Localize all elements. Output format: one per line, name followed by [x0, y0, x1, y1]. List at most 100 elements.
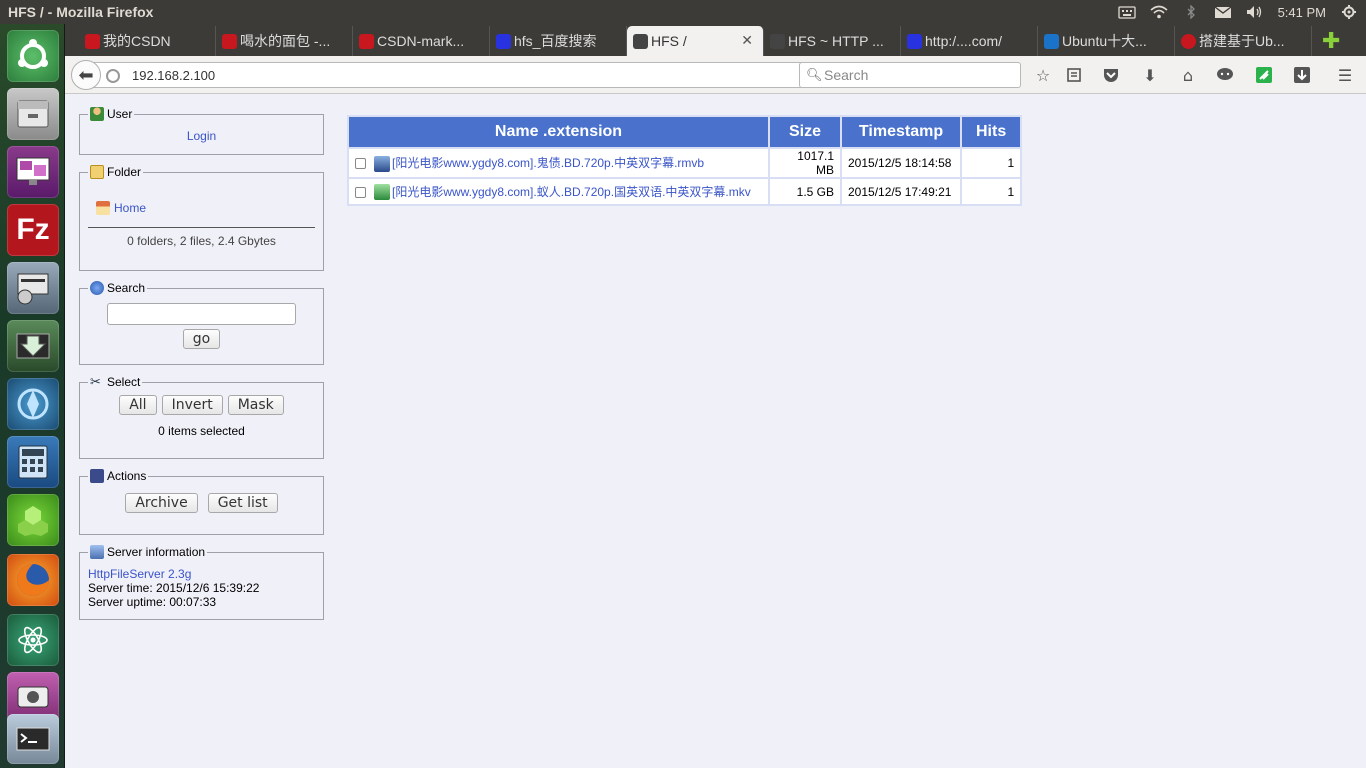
- server-icon: [90, 545, 104, 559]
- home-icon[interactable]: ⌂: [1178, 65, 1198, 85]
- baidu-favicon-icon: [496, 34, 511, 49]
- table-row: [阳光电影www.ygdy8.com].蚁人.BD.720p.国英双语.中英双字…: [349, 179, 1021, 204]
- calculator-icon[interactable]: [7, 436, 59, 488]
- bluetooth-icon[interactable]: [1182, 4, 1200, 20]
- downloads-arrow-icon[interactable]: ⬇: [1140, 65, 1160, 85]
- ubuntu-dash-icon[interactable]: [7, 30, 59, 82]
- hfs-favicon-icon: [633, 34, 648, 49]
- tab[interactable]: http:/....com/: [901, 26, 1038, 56]
- download-box-icon[interactable]: [1292, 65, 1312, 85]
- save-disk-icon: [90, 469, 104, 483]
- mail-icon[interactable]: [1214, 5, 1232, 19]
- selected-count: 0 items selected: [158, 424, 245, 438]
- mask-button[interactable]: Mask: [227, 395, 284, 415]
- invert-button[interactable]: Invert: [161, 395, 223, 415]
- search-bar[interactable]: 🔍︎ Search: [799, 62, 1021, 88]
- tab[interactable]: 喝水的面包 -...: [216, 26, 353, 56]
- files-icon[interactable]: [7, 88, 59, 140]
- search-legend: Search: [88, 281, 147, 295]
- tab[interactable]: 搭建基于Ub...: [1175, 26, 1312, 56]
- tab-label: 搭建基于Ub...: [1199, 33, 1285, 49]
- tab-label: HFS ~ HTTP ...: [788, 33, 884, 49]
- server-info-panel: Server information HttpFileServer 2.3g S…: [79, 545, 324, 620]
- url-bar[interactable]: 192.168.2.100 ▼ ↻: [93, 62, 857, 88]
- keyboard-icon[interactable]: [1117, 5, 1136, 19]
- search-input[interactable]: [107, 303, 296, 325]
- system-top-bar: HFS / - Mozilla Firefox 5:41 PM: [0, 0, 1366, 24]
- scissors-icon: ✂: [90, 374, 101, 389]
- vpn-lock-icon[interactable]: [7, 262, 59, 314]
- folder-icon: [90, 165, 104, 179]
- hfs-version-link[interactable]: HttpFileServer 2.3g: [88, 567, 315, 581]
- hexagon-app-icon[interactable]: [7, 494, 59, 546]
- unity-launcher: Fz: [0, 24, 65, 768]
- table-row: [阳光电影www.ygdy8.com].鬼债.BD.720p.中英双字幕.rmv…: [349, 149, 1021, 177]
- feedly-icon[interactable]: [1254, 65, 1274, 85]
- back-button[interactable]: ⬅: [71, 60, 101, 90]
- close-icon[interactable]: ✕: [741, 32, 753, 49]
- file-hits-cell: 1: [962, 149, 1021, 177]
- bookmark-star-icon[interactable]: ☆: [1033, 65, 1053, 85]
- remote-desktop-icon[interactable]: [7, 146, 59, 198]
- tab[interactable]: Ubuntu十大...: [1038, 26, 1175, 56]
- file-link[interactable]: [阳光电影www.ygdy8.com].鬼债.BD.720p.中英双字幕.rmv…: [392, 156, 704, 170]
- download-terminal-icon[interactable]: [7, 320, 59, 372]
- name-column-header[interactable]: Name .extension: [349, 117, 768, 147]
- panel-title: Server information: [107, 545, 206, 559]
- filezilla-icon[interactable]: Fz: [7, 204, 59, 256]
- server-uptime: Server uptime: 00:07:33: [88, 595, 217, 609]
- terminal-icon[interactable]: [7, 714, 59, 764]
- archive-button[interactable]: Archive: [125, 493, 198, 513]
- home-link[interactable]: Home: [114, 201, 146, 215]
- tab[interactable]: hfs_百度搜索: [490, 26, 627, 56]
- pocket-icon[interactable]: [1101, 65, 1121, 85]
- tab-label: HFS /: [651, 33, 687, 49]
- tab-label: CSDN-mark...: [377, 33, 465, 49]
- actions-panel: Actions Archive Get list: [79, 469, 324, 535]
- size-column-header[interactable]: Size: [770, 117, 840, 147]
- file-checkbox[interactable]: [355, 186, 366, 198]
- tab[interactable]: HFS ~ HTTP ...: [764, 26, 901, 56]
- go-button[interactable]: go: [182, 329, 221, 349]
- new-tab-button[interactable]: ✚: [1312, 26, 1340, 56]
- volume-icon[interactable]: [1246, 5, 1264, 19]
- file-name-cell: [阳光电影www.ygdy8.com].蚁人.BD.720p.国英双语.中英双字…: [349, 179, 768, 204]
- atom-icon[interactable]: [7, 614, 59, 666]
- panel-title: User: [107, 107, 133, 121]
- gear-icon[interactable]: [1340, 5, 1358, 19]
- chat-icon[interactable]: [1215, 65, 1235, 85]
- search-icon: 🔍︎: [806, 67, 823, 82]
- file-timestamp-cell: 2015/12/5 17:49:21: [842, 179, 960, 204]
- rmvb-file-icon: [374, 155, 390, 172]
- csdn-favicon-icon: [222, 34, 237, 49]
- menu-hamburger-icon[interactable]: ☰: [1335, 65, 1355, 85]
- site-identity-icon[interactable]: [106, 69, 120, 83]
- file-link[interactable]: [阳光电影www.ygdy8.com].蚁人.BD.720p.国英双语.中英双字…: [392, 185, 751, 199]
- tab[interactable]: CSDN-mark...: [353, 26, 490, 56]
- folder-summary: 0 folders, 2 files, 2.4 Gbytes: [127, 234, 276, 248]
- shutter-icon[interactable]: [7, 378, 59, 430]
- file-checkbox[interactable]: [355, 158, 366, 170]
- file-size-cell: 1017.1 MB: [770, 149, 840, 177]
- file-size-cell: 1.5 GB: [770, 179, 840, 204]
- hits-column-header[interactable]: Hits: [962, 117, 1021, 147]
- get-list-button[interactable]: Get list: [207, 493, 278, 513]
- firefox-icon[interactable]: [7, 554, 59, 606]
- login-link[interactable]: Login: [187, 129, 216, 143]
- clock[interactable]: 5:41 PM: [1278, 5, 1326, 20]
- wifi-icon[interactable]: [1150, 5, 1168, 19]
- tab-bar: 我的CSDN 喝水的面包 -... CSDN-mark... hfs_百度搜索 …: [65, 24, 1366, 56]
- tab-label: 我的CSDN: [103, 33, 171, 49]
- timestamp-column-header[interactable]: Timestamp: [842, 117, 960, 147]
- user-icon: [90, 107, 104, 121]
- panel-title: Search: [107, 281, 146, 295]
- server-legend: Server information: [88, 545, 207, 559]
- select-all-button[interactable]: All: [119, 395, 157, 415]
- csdn-favicon-icon: [359, 34, 374, 49]
- system-indicators: 5:41 PM: [1117, 0, 1358, 24]
- reading-list-icon[interactable]: [1064, 65, 1084, 85]
- tab-label: 喝水的面包 -...: [240, 33, 331, 49]
- tab[interactable]: 我的CSDN: [79, 26, 216, 56]
- file-table-header: Name .extension Size Timestamp Hits: [349, 117, 1021, 147]
- tab-active[interactable]: HFS / ✕: [627, 26, 764, 56]
